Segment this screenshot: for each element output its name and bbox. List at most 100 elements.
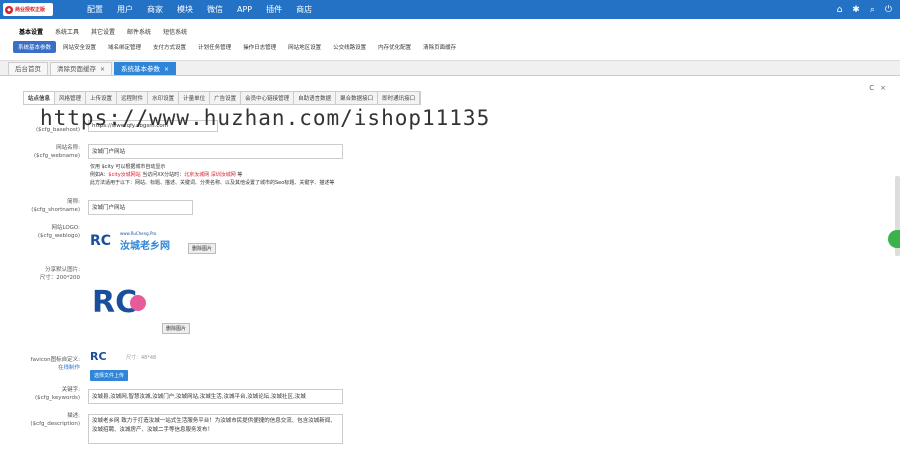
app-logo[interactable]: ◆ 商业授权正版	[3, 3, 53, 16]
upload-favicon-button[interactable]: 选择文件上传	[90, 370, 129, 381]
close-icon[interactable]: ×	[164, 66, 169, 73]
subnav-item-domain[interactable]: 域名绑定管理	[103, 41, 146, 53]
tab-label: 系统基本参数	[121, 65, 161, 73]
tab-label: 清除页面缓存	[57, 65, 96, 73]
sub-nav: 基本设置 系统工具 其它设置 邮件系统 短信系统 系统基本参数 网站安全设置 域…	[0, 19, 900, 61]
subnav-item-security[interactable]: 网站安全设置	[58, 41, 101, 53]
webname-label: 网站名称: ($cfg_webname)	[10, 144, 80, 160]
nav-item-plugins[interactable]: 插件	[259, 4, 289, 15]
keywords-label-main: 关键字:	[61, 387, 80, 393]
settings-tab-watermark[interactable]: 水印设置	[148, 92, 180, 104]
group-sms-system[interactable]: 短信系统	[157, 26, 193, 37]
watermark-text: https://www.huzhan.com/ishop11135	[40, 106, 491, 130]
weblogo-label: 网站LOGO: ($cfg_weblogo)	[10, 224, 80, 240]
subnav-item-bus[interactable]: 公交线路设置	[328, 41, 371, 53]
tab-system-params[interactable]: 系统基本参数 ×	[114, 62, 177, 75]
shortname-label-sub: ($cfg_shortname)	[31, 207, 80, 213]
webname-label-main: 网站名称:	[56, 145, 80, 151]
tab-home[interactable]: 后台首页	[8, 62, 48, 75]
sub-nav-items: 系统基本参数 网站安全设置 域名绑定管理 支付方式设置 计划任务管理 操作日志管…	[13, 41, 463, 53]
group-basic-settings[interactable]: 基本设置	[13, 26, 49, 37]
subnav-item-oplog[interactable]: 操作日志管理	[238, 41, 281, 53]
delete-logo-button[interactable]: 删除图片	[188, 243, 217, 254]
shortname-label-main: 简称:	[67, 199, 80, 205]
close-icon[interactable]: ×	[880, 84, 886, 92]
weblogo-label-sub: ($cfg_weblogo)	[37, 233, 80, 239]
share-image-label-sub: 尺寸：200*200	[39, 275, 80, 281]
tab-clear-cache[interactable]: 清除页面缓存 ×	[50, 62, 113, 75]
subnav-item-memory[interactable]: 内存优化配置	[373, 41, 416, 53]
lotus-icon	[130, 295, 146, 311]
subnav-item-cron[interactable]: 计划任务管理	[193, 41, 236, 53]
sub-nav-groups: 基本设置 系统工具 其它设置 邮件系统 短信系统	[13, 26, 193, 37]
tab-label: 后台首页	[15, 65, 41, 73]
logo-mark-icon: RC	[90, 233, 112, 249]
note-example-b: 北京汝城网	[184, 172, 210, 178]
favicon-image: RC	[90, 350, 107, 363]
nav-item-store[interactable]: 商店	[289, 4, 319, 15]
logo-main-text: 汝城老乡网	[120, 241, 170, 252]
group-mail-system[interactable]: 邮件系统	[121, 26, 157, 37]
note-end: 等	[235, 172, 243, 178]
settings-tab-data-api[interactable]: 聚合数据接口	[336, 92, 379, 104]
settings-tab-im-api[interactable]: 即时通讯接口	[378, 92, 421, 104]
refresh-icon[interactable]: C	[869, 84, 874, 92]
settings-tabs: 站点信息 风格管理 上传设置 远程附件 水印设置 计量单位 广告设置 会员中心链…	[23, 91, 422, 105]
weblogo-label-main: 网站LOGO:	[51, 225, 80, 231]
side-float-button[interactable]	[888, 230, 900, 248]
nav-item-wechat[interactable]: 微信	[200, 4, 230, 15]
description-label-main: 描述:	[67, 413, 80, 419]
settings-tab-remote[interactable]: 远程附件	[117, 92, 149, 104]
settings-tab-ads[interactable]: 广告设置	[210, 92, 242, 104]
home-icon[interactable]: ⌂	[837, 5, 843, 15]
keywords-label-sub: ($cfg_keywords)	[34, 395, 80, 401]
settings-tab-site-info[interactable]: 站点信息	[24, 92, 56, 104]
note-example-a: $city汝城网站	[108, 172, 141, 178]
shortname-input[interactable]: 汝城门户网站	[88, 200, 193, 215]
webname-input[interactable]: 汝城门户网站	[88, 144, 343, 159]
settings-tab-units[interactable]: 计量单位	[179, 92, 211, 104]
logo-text: 商业授权正版	[15, 7, 46, 13]
search-icon[interactable]: ⌕	[870, 5, 875, 15]
subnav-item-payment[interactable]: 支付方式设置	[148, 41, 191, 53]
note-prefix: 例如A：	[90, 172, 109, 178]
favicon-online-link[interactable]: 在线制作	[10, 364, 80, 372]
logo-sub-text: www.RuCheng.Pro	[120, 231, 157, 236]
settings-tab-member-links[interactable]: 会员中心链接管理	[241, 92, 295, 104]
favicon-size: 尺寸：48*48	[126, 355, 157, 361]
page-tabs: 后台首页 清除页面缓存 × 系统基本参数 ×	[0, 61, 900, 76]
settings-tab-style[interactable]: 风格管理	[55, 92, 87, 104]
gear-icon[interactable]: ✱	[852, 5, 860, 15]
webname-note-1: 仅用 $city 可以根据城市自动显示	[90, 164, 166, 170]
note-mid: 当访问XX分站时：	[140, 172, 185, 178]
note-example-c: 深圳汝城网	[210, 172, 236, 178]
power-icon[interactable]: ⏻	[885, 5, 892, 15]
nav-item-app[interactable]: APP	[230, 5, 259, 14]
top-nav: 配置 用户 商家 模块 微信 APP 插件 商店	[80, 0, 319, 19]
subnav-item-region[interactable]: 网站地区设置	[283, 41, 326, 53]
top-icons: ⌂ ✱ ⌕ ⏻	[827, 0, 892, 19]
description-label-sub: ($cfg_description)	[30, 421, 80, 427]
nav-item-merchants[interactable]: 商家	[140, 4, 170, 15]
top-bar: ◆ 商业授权正版 配置 用户 商家 模块 微信 APP 插件 商店 ⌂ ✱ ⌕ …	[0, 0, 900, 19]
nav-item-users[interactable]: 用户	[110, 4, 140, 15]
delete-share-image-button[interactable]: 删除图片	[162, 323, 191, 334]
keywords-input[interactable]: 汝城县,汝城网,智慧汝城,汝城门户,汝城网站,汝城生活,汝城平台,汝城论坛,汝城…	[88, 389, 343, 404]
shortname-label: 简称: ($cfg_shortname)	[10, 198, 80, 214]
share-image-label: 分享默认图片: 尺寸：200*200	[10, 266, 80, 282]
content-tools: C ×	[863, 84, 886, 92]
nav-item-config[interactable]: 配置	[80, 4, 110, 15]
favicon-label-main: favicon图标自定义:	[30, 357, 80, 363]
group-system-tools[interactable]: 系统工具	[49, 26, 85, 37]
subnav-item-system-params[interactable]: 系统基本参数	[13, 41, 57, 53]
nav-item-modules[interactable]: 模块	[170, 4, 200, 15]
logo-badge-icon: ◆	[5, 5, 13, 14]
subnav-item-clearcache[interactable]: 清除页面缓存	[418, 41, 461, 53]
favicon-label: favicon图标自定义: 在线制作	[10, 356, 80, 372]
description-textarea[interactable]: 汝城老乡网 致力于打造汝城一站式生活服务平台！为汝城市民提供便捷的信息交流、包含…	[88, 414, 343, 444]
settings-tab-upload[interactable]: 上传设置	[86, 92, 118, 104]
group-other-settings[interactable]: 其它设置	[85, 26, 121, 37]
close-icon[interactable]: ×	[100, 66, 105, 73]
settings-tab-language[interactable]: 自助语言数据	[294, 92, 337, 104]
main-content: C × 站点信息 风格管理 上传设置 远程附件 水印设置 计量单位 广告设置 会…	[0, 76, 900, 454]
